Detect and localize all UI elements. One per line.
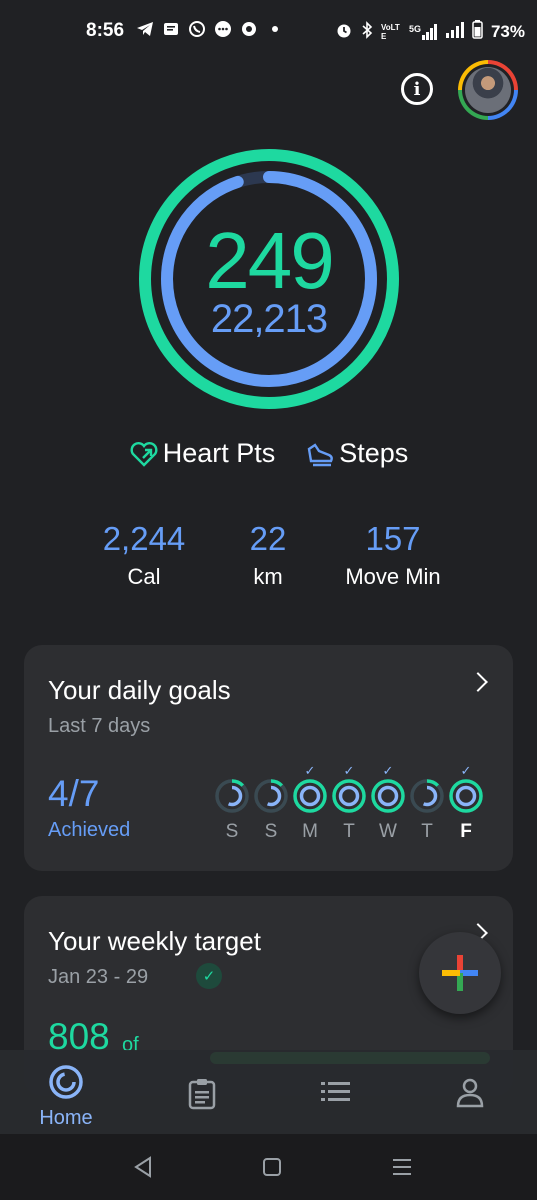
day-label: S	[225, 821, 239, 842]
day-0: S	[213, 763, 251, 843]
daily-goals-card[interactable]: Your daily goals Last 7 days 4/7 Achieve…	[24, 645, 513, 871]
day-ring-icon	[293, 779, 327, 813]
stat-cal-value: 2,244	[102, 520, 186, 557]
bottom-nav: Home	[0, 1050, 537, 1136]
back-button[interactable]	[133, 1156, 153, 1184]
nav-profile[interactable]	[430, 1078, 510, 1113]
network-type-label: 5G	[408, 24, 421, 34]
achieved-value: 4/7	[48, 773, 100, 814]
profile-avatar-button[interactable]	[458, 60, 518, 120]
day-5: T	[408, 763, 446, 843]
chevron-right-icon[interactable]	[468, 672, 488, 692]
rings-legend: Heart Pts Steps	[0, 438, 537, 469]
battery-percent: 73%	[490, 22, 525, 41]
system-nav-bar	[0, 1134, 537, 1200]
day-1: S	[252, 763, 290, 843]
avatar-inner	[462, 64, 514, 116]
status-bar: 8:56 VoLTE 5G 73%	[0, 0, 537, 62]
stat-cal-label: Cal	[127, 564, 161, 589]
achieved-label: Achieved	[48, 819, 131, 841]
chrome-icon	[240, 20, 258, 38]
day-ring-icon	[449, 779, 483, 813]
info-button[interactable]: i	[401, 73, 433, 105]
legend-heart-pts-label: Heart Pts	[162, 438, 276, 468]
legend-steps: Steps	[305, 438, 408, 469]
day-label: F	[460, 821, 472, 842]
day-2: ✓ M	[291, 763, 329, 843]
add-activity-button[interactable]	[419, 932, 501, 1014]
recents-button[interactable]	[392, 1156, 412, 1184]
dot-icon	[266, 20, 284, 38]
volte-icon: VoLTE	[380, 23, 400, 41]
daily-goals-title: Your daily goals	[48, 675, 231, 705]
stat-move-min-value: 157	[365, 520, 421, 557]
day-check-icon: ✓	[382, 763, 394, 778]
plus-icon	[442, 955, 478, 991]
battery-icon	[472, 20, 483, 44]
stat-km-label: km	[253, 564, 283, 589]
day-3: ✓ T	[330, 763, 368, 843]
stat-move-min-label: Move Min	[345, 564, 441, 589]
info-icon: i	[413, 78, 421, 100]
day-ring-icon	[410, 779, 444, 813]
activity-rings[interactable]: 249 22,213	[137, 147, 401, 411]
telegram-icon	[136, 20, 154, 38]
signal-icon	[445, 21, 464, 43]
weekly-target-dates: Jan 23 - 29	[48, 966, 149, 988]
menu-icon	[393, 1159, 411, 1175]
whatsapp-icon	[188, 20, 206, 38]
day-4: ✓ W	[369, 763, 407, 843]
status-time: 8:56	[86, 20, 125, 41]
stat-km-value: 22	[249, 520, 287, 557]
day-label: M	[302, 821, 318, 842]
legend-steps-label: Steps	[339, 438, 409, 468]
heart-pts-value: 249	[205, 216, 334, 305]
bluetooth-icon	[361, 20, 373, 44]
news-icon	[162, 20, 180, 38]
day-check-icon: ✓	[304, 763, 316, 778]
nav-home[interactable]: Home	[26, 1064, 106, 1130]
weekly-target-title: Your weekly target	[48, 926, 261, 956]
square-icon	[263, 1158, 281, 1176]
system-status-icons: VoLTE 5G 73%	[335, 20, 525, 44]
nav-browse[interactable]	[296, 1080, 376, 1109]
person-icon	[456, 1078, 484, 1108]
day-ring-icon	[215, 779, 249, 813]
day-ring-icon	[332, 779, 366, 813]
day-label: W	[379, 821, 397, 842]
day-ring-icon	[371, 779, 405, 813]
avatar-photo	[465, 67, 511, 113]
home-rings-icon	[49, 1065, 83, 1099]
day-check-icon	[408, 763, 446, 777]
alarm-icon	[335, 21, 353, 44]
stat-cal: 2,244 Cal	[86, 520, 202, 590]
daily-goals-subtitle: Last 7 days	[48, 715, 151, 737]
day-label: T	[421, 821, 433, 842]
day-check-icon: ✓	[460, 763, 472, 778]
list-icon	[321, 1082, 350, 1101]
day-check-icon: ✓	[343, 763, 355, 778]
shoe-icon	[307, 442, 334, 466]
stat-km: 22 km	[228, 520, 308, 590]
steps-value: 22,213	[210, 297, 328, 341]
day-label: T	[343, 821, 355, 842]
weekly-progress-bar	[210, 1052, 490, 1064]
day-check-icon	[213, 763, 251, 777]
home-button[interactable]	[262, 1156, 282, 1184]
check-icon: ✓	[196, 963, 222, 989]
nav-journal[interactable]	[162, 1078, 242, 1115]
day-ring-icon	[254, 779, 288, 813]
day-check-icon	[252, 763, 290, 777]
messages-icon	[214, 20, 232, 38]
stat-move-min: 157 Move Min	[330, 520, 456, 590]
back-icon	[134, 1156, 151, 1178]
clipboard-icon	[188, 1079, 216, 1110]
day-label: S	[264, 821, 278, 842]
signal-5g-icon: 5G	[409, 24, 438, 40]
nav-home-label: Home	[39, 1107, 93, 1129]
day-6: ✓ F	[447, 763, 485, 843]
notification-icons	[136, 20, 284, 38]
legend-heart-pts: Heart Pts	[129, 438, 276, 469]
heart-icon	[130, 441, 158, 467]
